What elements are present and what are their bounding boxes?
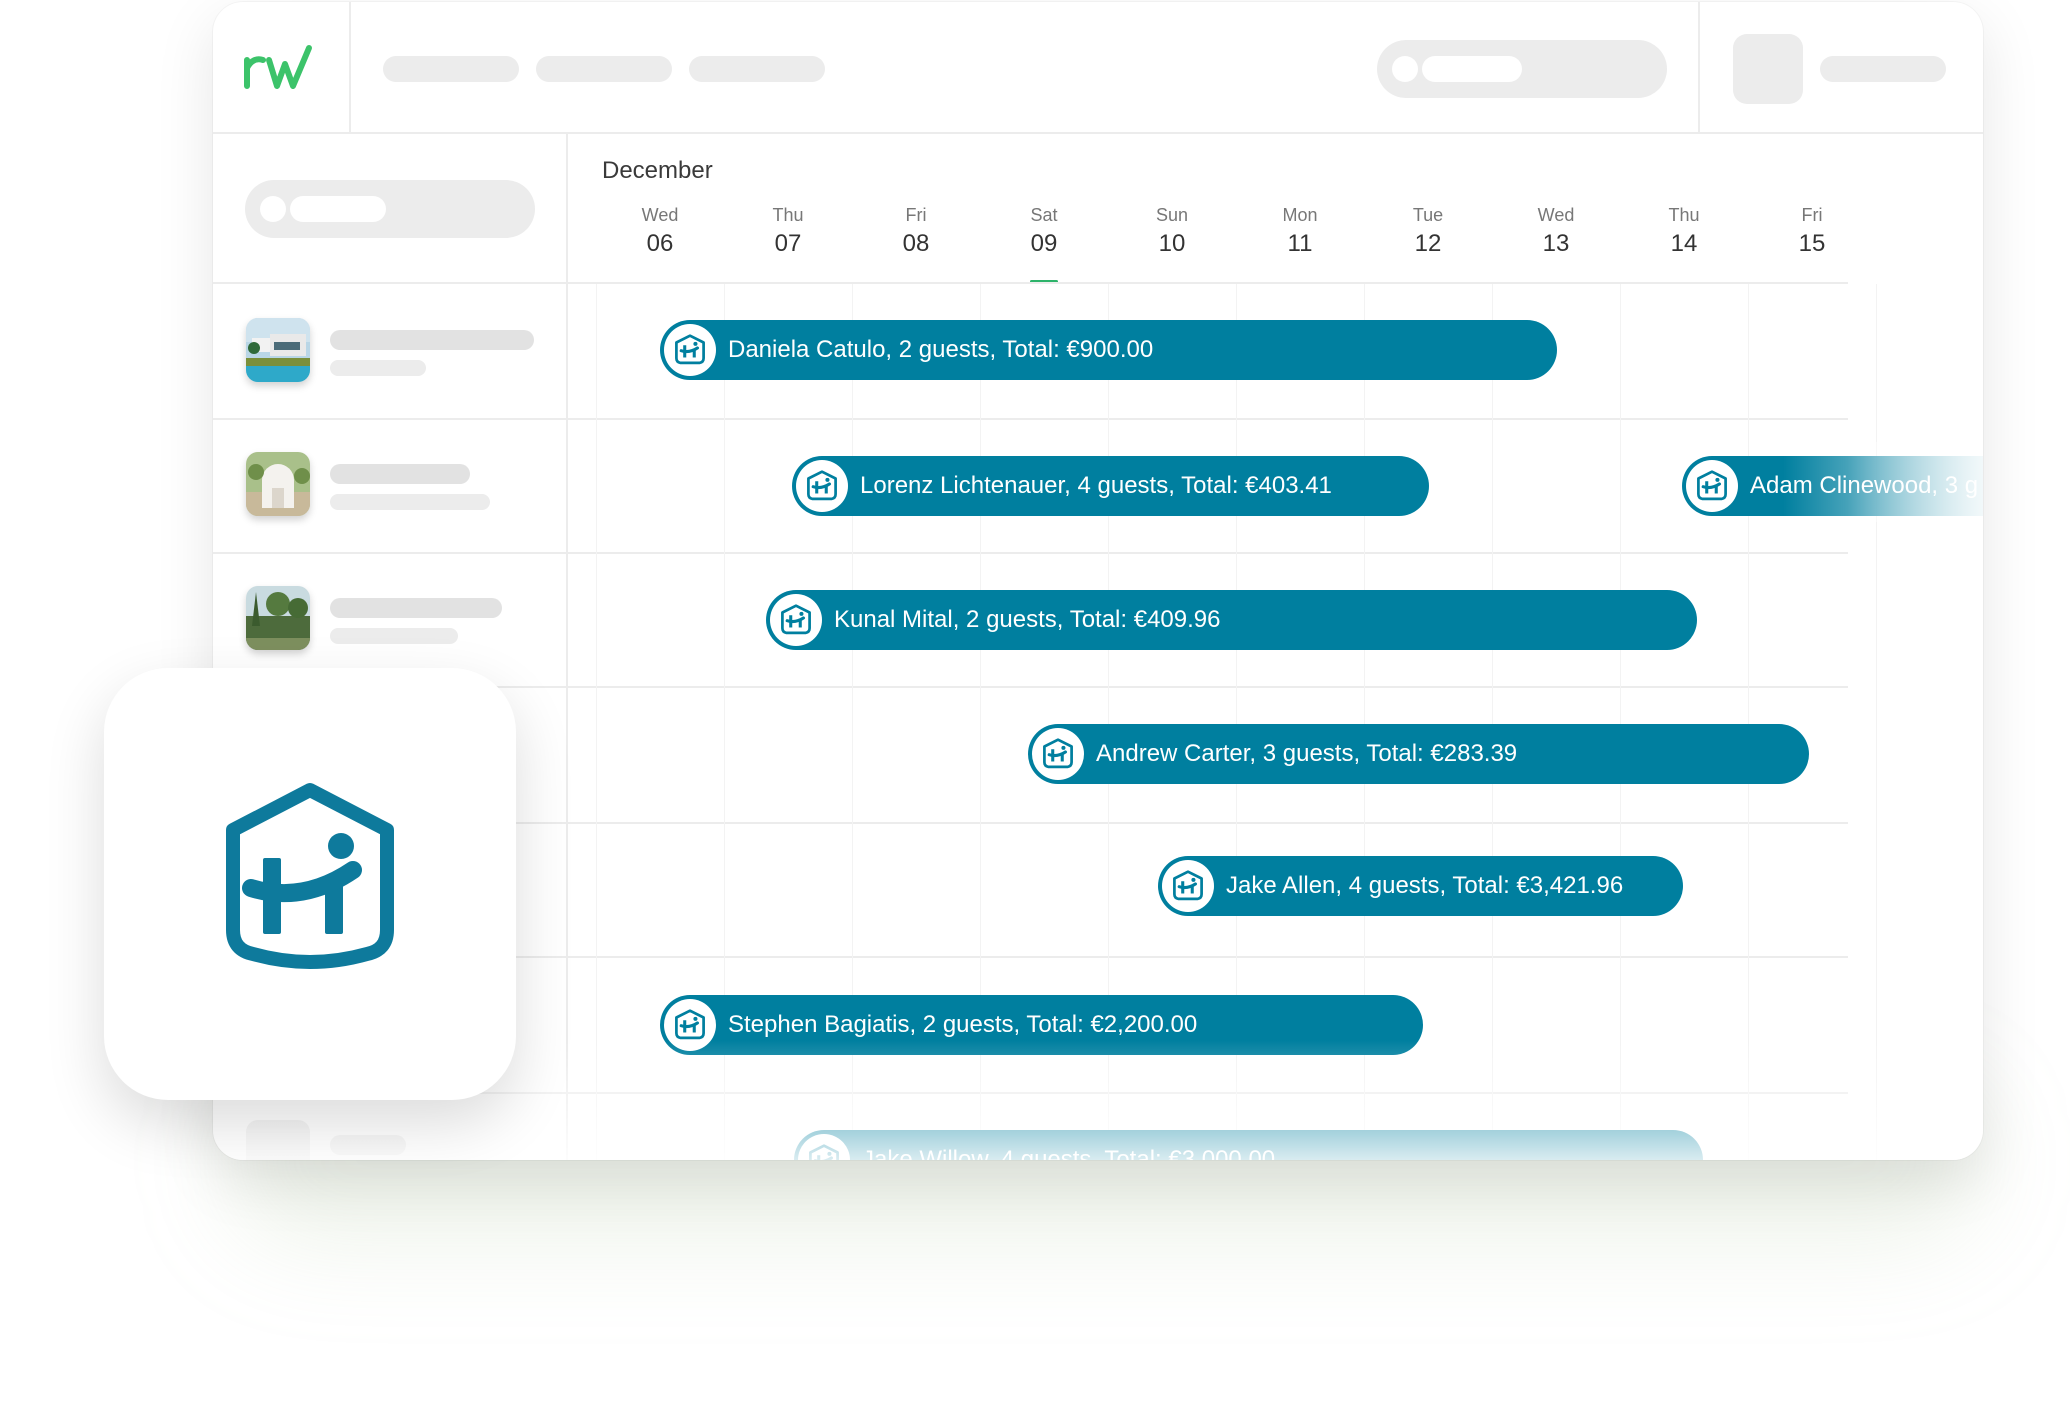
house-h-icon — [664, 324, 716, 376]
date-label: 07 — [774, 230, 802, 257]
booking-bar[interactable]: Jake Willow, 4 guests, Total: €3,000.00 — [794, 1130, 1703, 1160]
top-bar — [213, 2, 1983, 134]
weekday-label: Thu — [1668, 205, 1700, 225]
filter-text-placeholder — [290, 196, 386, 222]
day-column-header[interactable]: Tue 12 — [1378, 205, 1478, 258]
weekday-label: Tue — [1412, 205, 1444, 225]
house-h-icon — [798, 1134, 850, 1160]
property-thumbnail-2[interactable] — [246, 452, 310, 516]
topbar-divider — [1698, 2, 1700, 132]
day-column-header[interactable]: Wed 13 — [1506, 205, 1606, 258]
booking-label: Andrew Carter, 3 guests, Total: €283.39 — [1096, 740, 1518, 767]
property-thumbnail-7[interactable] — [246, 1120, 310, 1160]
date-label: 15 — [1798, 230, 1826, 257]
nav-placeholder-3[interactable] — [689, 56, 825, 82]
search-text-placeholder — [1422, 56, 1522, 82]
booking-bar[interactable]: Lorenz Lichtenauer, 4 guests, Total: €40… — [792, 456, 1429, 516]
booking-label: Kunal Mital, 2 guests, Total: €409.96 — [834, 606, 1221, 633]
day-column-header[interactable]: Mon 11 — [1250, 205, 1350, 258]
row-divider — [213, 552, 1848, 554]
column-gridline — [1492, 284, 1493, 1160]
booking-label: Jake Allen, 4 guests, Total: €3,421.96 — [1226, 872, 1624, 899]
app-icon-card — [104, 668, 516, 1100]
date-label: 14 — [1670, 230, 1698, 257]
house-h-icon — [664, 999, 716, 1051]
house-h-icon — [226, 783, 394, 969]
property-sub-placeholder-1 — [330, 360, 426, 376]
nav-placeholder-2[interactable] — [536, 56, 672, 82]
booking-bar[interactable]: Daniela Catulo, 2 guests, Total: €900.00 — [660, 320, 1557, 380]
property-name-placeholder-7 — [330, 1135, 406, 1155]
booking-label: Adam Clinewood, 3 g — [1750, 472, 1979, 499]
weekday-label: Thu — [772, 205, 804, 225]
column-gridline — [1748, 284, 1749, 1160]
property-name-placeholder-3 — [330, 598, 502, 618]
column-gridline — [1620, 284, 1621, 1160]
booking-bar[interactable]: Andrew Carter, 3 guests, Total: €283.39 — [1028, 724, 1809, 784]
search-placeholder[interactable] — [1377, 40, 1667, 98]
property-thumbnail-3[interactable] — [246, 586, 310, 650]
day-column-header[interactable]: Fri 08 — [866, 205, 966, 258]
month-label: December — [602, 157, 713, 184]
house-h-icon — [1686, 460, 1738, 512]
property-sub-placeholder-2 — [330, 494, 490, 510]
booking-bar[interactable]: Jake Allen, 4 guests, Total: €3,421.96 — [1158, 856, 1683, 916]
house-h-icon — [770, 594, 822, 646]
weekday-label: Sun — [1155, 205, 1189, 225]
booking-bar[interactable]: Stephen Bagiatis, 2 guests, Total: €2,20… — [660, 995, 1423, 1055]
logo-cell — [213, 2, 351, 132]
day-column-header[interactable]: Sat 09 — [994, 205, 1094, 258]
property-name-placeholder-2 — [330, 464, 470, 484]
booking-bar[interactable]: Kunal Mital, 2 guests, Total: €409.96 — [766, 590, 1697, 650]
filter-icon-placeholder — [260, 196, 286, 222]
avatar[interactable] — [1733, 34, 1803, 104]
weekday-label: Sat — [1030, 205, 1058, 225]
booking-label: Jake Willow, 4 guests, Total: €3,000.00 — [862, 1146, 1276, 1160]
nav-placeholder-1[interactable] — [383, 56, 519, 82]
property-name-placeholder-1 — [330, 330, 534, 350]
date-label: 11 — [1287, 230, 1313, 257]
user-name-placeholder — [1820, 56, 1946, 82]
date-label: 13 — [1542, 230, 1570, 257]
filter-placeholder[interactable] — [245, 180, 535, 238]
search-icon-placeholder — [1392, 56, 1418, 82]
date-label: 12 — [1414, 230, 1442, 257]
day-column-header[interactable]: Wed 06 — [610, 205, 710, 258]
day-column-header[interactable]: Fri 15 — [1762, 205, 1862, 258]
weekday-label: Wed — [1537, 205, 1575, 225]
column-gridline — [1876, 284, 1877, 1160]
row-divider — [213, 418, 1848, 420]
sidebar-divider — [566, 132, 568, 1160]
weekday-label: Wed — [641, 205, 679, 225]
column-gridline — [596, 284, 597, 1160]
day-column-header[interactable]: Sun 10 — [1122, 205, 1222, 258]
row-divider — [213, 282, 1848, 284]
date-label: 10 — [1158, 230, 1186, 257]
booking-label: Daniela Catulo, 2 guests, Total: €900.00 — [728, 336, 1154, 363]
booking-bar[interactable]: Adam Clinewood, 3 g — [1682, 456, 1983, 516]
date-label: 06 — [646, 230, 674, 257]
weekday-label: Fri — [905, 205, 927, 225]
property-sub-placeholder-3 — [330, 628, 458, 644]
date-label: 09 — [1030, 230, 1058, 257]
house-h-icon — [796, 460, 848, 512]
house-h-icon — [1162, 860, 1214, 912]
weekday-label: Mon — [1282, 205, 1318, 225]
house-h-icon — [1032, 728, 1084, 780]
booking-label: Stephen Bagiatis, 2 guests, Total: €2,20… — [728, 1011, 1198, 1038]
day-column-header[interactable]: Thu 14 — [1634, 205, 1734, 258]
day-column-header[interactable]: Thu 07 — [738, 205, 838, 258]
property-thumbnail-1[interactable] — [246, 318, 310, 382]
rw-logo-icon[interactable] — [243, 42, 323, 92]
weekday-label: Fri — [1801, 205, 1823, 225]
booking-label: Lorenz Lichtenauer, 4 guests, Total: €40… — [860, 472, 1332, 499]
date-label: 08 — [902, 230, 930, 257]
